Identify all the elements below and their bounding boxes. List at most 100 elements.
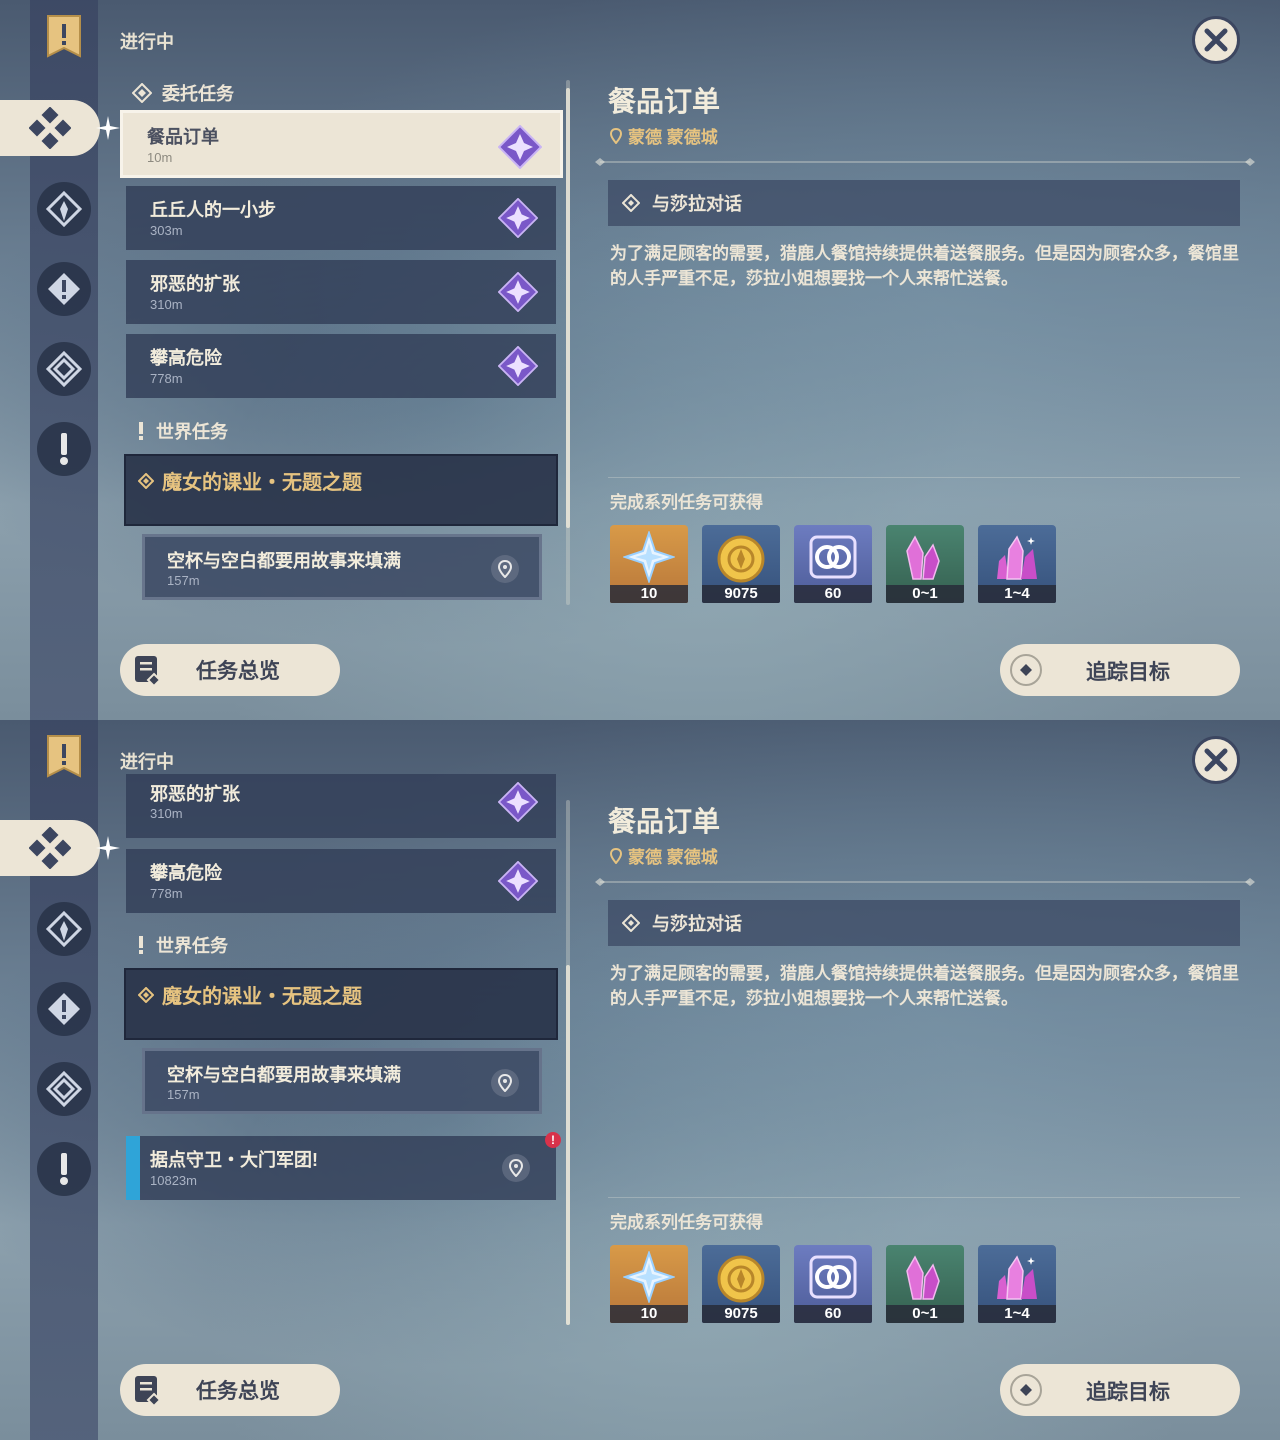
archon-quest-icon: [46, 191, 82, 227]
header-label: 进行中: [120, 32, 174, 52]
crystal-chunk-icon: [906, 535, 940, 580]
reward-count: 0~1: [886, 585, 964, 603]
world-quest-diamond-icon: [138, 472, 154, 489]
category-story[interactable]: [37, 982, 91, 1036]
section-world-label: 世界任务: [156, 936, 228, 956]
commission-star-icon: [498, 272, 538, 312]
ornate-divider: [595, 878, 1255, 886]
detail-location: 蒙德 蒙德城: [610, 123, 718, 148]
reward-companionship[interactable]: 60: [794, 1245, 872, 1323]
objective-row: 与莎拉对话: [608, 180, 1240, 226]
urgent-badge: !: [545, 1132, 561, 1148]
map-pin-button[interactable]: [491, 555, 519, 583]
reward-count: 60: [794, 1305, 872, 1323]
reward-mora[interactable]: 9075: [702, 525, 780, 603]
urgent-quest-item[interactable]: 据点守卫・大门军团! 10823m: [126, 1136, 556, 1200]
track-target-button[interactable]: 追踪目标: [1000, 644, 1240, 696]
reward-crystal-chunk[interactable]: 0~1: [886, 525, 964, 603]
archon-quest-icon: [46, 911, 82, 947]
rewards-label: 完成系列任务可获得: [610, 1213, 763, 1232]
quest-distance: 10m: [147, 150, 173, 165]
sub-quest-title: 空杯与空白都要用故事来填满: [167, 551, 401, 571]
reward-count: 9075: [702, 1305, 780, 1323]
reward-count: 1~4: [978, 585, 1056, 603]
scroll-thumb[interactable]: [566, 88, 570, 528]
reward-mora[interactable]: 9075: [702, 1245, 780, 1323]
category-event[interactable]: [37, 422, 91, 476]
track-label: 追踪目标: [1086, 661, 1170, 684]
commission-star-icon: [498, 125, 542, 169]
category-world[interactable]: [37, 342, 91, 396]
quest-overview-button[interactable]: 任务总览: [120, 1364, 340, 1416]
objective-diamond-icon: [622, 914, 640, 932]
quest-title: 据点守卫・大门军团!: [150, 1150, 318, 1170]
map-pin-button[interactable]: [502, 1154, 530, 1182]
exclamation-icon: [60, 433, 68, 465]
close-button[interactable]: [1192, 16, 1240, 64]
mora-icon: [717, 1255, 765, 1303]
reward-primogem[interactable]: 10: [610, 1245, 688, 1323]
quest-item[interactable]: 攀高危险 778m: [126, 849, 556, 913]
close-button[interactable]: [1192, 736, 1240, 784]
story-quest-icon: [48, 273, 80, 305]
quest-item[interactable]: 丘丘人的一小步 303m: [126, 186, 556, 250]
sub-quest-distance: 157m: [167, 1087, 200, 1102]
quest-item-selected[interactable]: 餐品订单 10m: [120, 110, 563, 178]
header-label: 进行中: [120, 752, 174, 772]
quest-panel-top: 进行中 委托任务 餐品订单 10m 丘丘人的一小步 303m 邪恶的扩张 310…: [0, 0, 1280, 720]
category-commission[interactable]: [0, 820, 100, 876]
map-pin-button[interactable]: [491, 1069, 519, 1097]
mora-icon: [717, 535, 765, 583]
location-text: 蒙德 蒙德城: [628, 848, 718, 867]
quest-title: 邪恶的扩张: [150, 784, 240, 804]
companionship-exp-icon: [809, 1255, 857, 1299]
quest-panel-bottom: 进行中 邪恶的扩张 310m 攀高危险 778m 世界任务 魔女的课业・无题之题…: [0, 720, 1280, 1440]
track-diamond-icon: [1020, 1384, 1032, 1396]
sparkle-icon: [96, 836, 120, 860]
category-commission[interactable]: [0, 100, 100, 156]
track-target-button[interactable]: 追踪目标: [1000, 1364, 1240, 1416]
story-quest-icon: [48, 993, 80, 1025]
quest-distance: 310m: [150, 806, 183, 821]
exclamation-small-icon: [139, 422, 143, 440]
category-event[interactable]: [37, 1142, 91, 1196]
sub-quest-item[interactable]: 空杯与空白都要用故事来填满 157m: [142, 1048, 542, 1114]
location-pin-icon: [610, 847, 622, 864]
category-world[interactable]: [37, 1062, 91, 1116]
world-quest-item[interactable]: 魔女的课业・无题之题: [124, 454, 558, 526]
world-quest-icon: [46, 1071, 82, 1107]
section-commission: 委托任务: [132, 80, 234, 106]
reward-crystal-chunk[interactable]: 0~1: [886, 1245, 964, 1323]
category-archon[interactable]: [37, 182, 91, 236]
world-quest-title-text: 魔女的课业・无题之题: [162, 472, 362, 494]
detail-title: 餐品订单: [608, 806, 721, 837]
quest-distance: 310m: [150, 297, 183, 312]
objective-text: 与莎拉对话: [652, 914, 742, 934]
quest-title: 攀高危险: [150, 863, 222, 883]
quest-item[interactable]: 攀高危险 778m: [126, 334, 556, 398]
quest-book-icon: [135, 1376, 162, 1406]
reward-companionship[interactable]: 60: [794, 525, 872, 603]
scroll-thumb[interactable]: [566, 965, 570, 1325]
crystal-cluster-icon: [997, 535, 1037, 580]
quest-item[interactable]: 邪恶的扩张 310m: [126, 774, 556, 838]
close-icon: [1204, 28, 1228, 52]
objective-row: 与莎拉对话: [608, 900, 1240, 946]
category-story[interactable]: [37, 262, 91, 316]
quest-description: 为了满足顾客的需要，猎鹿人餐馆持续提供着送餐服务。但是因为顾客众多，餐馆里的人手…: [610, 964, 1239, 1008]
sub-quest-item[interactable]: 空杯与空白都要用故事来填满 157m: [142, 534, 542, 600]
quest-overview-button[interactable]: 任务总览: [120, 644, 340, 696]
quest-item[interactable]: 邪恶的扩张 310m: [126, 260, 556, 324]
sparkle-icon: [96, 116, 120, 140]
crystal-cluster-icon: [997, 1255, 1037, 1300]
category-archon[interactable]: [37, 902, 91, 956]
reward-crystal-cluster[interactable]: 1~4: [978, 525, 1056, 603]
primogem-icon: [623, 1251, 675, 1303]
world-quest-item[interactable]: 魔女的课业・无题之题: [124, 968, 558, 1040]
section-world: 世界任务: [136, 418, 228, 444]
reward-crystal-cluster[interactable]: 1~4: [978, 1245, 1056, 1323]
crystal-chunk-icon: [906, 1255, 940, 1300]
reward-primogem[interactable]: 10: [610, 525, 688, 603]
world-quest-icon: [46, 351, 82, 387]
detail-title: 餐品订单: [608, 86, 721, 117]
